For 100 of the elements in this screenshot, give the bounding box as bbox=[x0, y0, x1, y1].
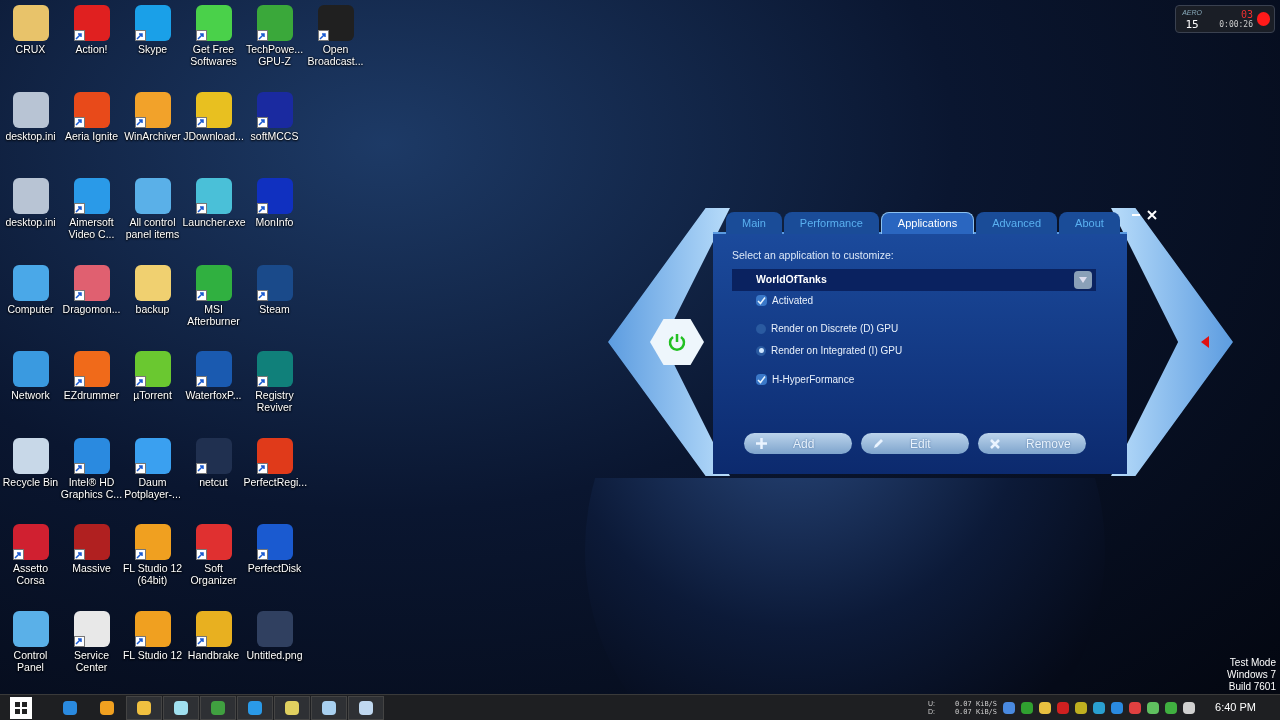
tray-icon[interactable] bbox=[1093, 701, 1106, 714]
icon-label[interactable]: Dragomon... bbox=[60, 302, 123, 315]
app-icon[interactable] bbox=[73, 5, 110, 41]
app-icon[interactable] bbox=[73, 91, 110, 128]
dropdown-caret-icon[interactable] bbox=[1074, 270, 1092, 289]
app-icon[interactable] bbox=[256, 351, 293, 387]
icon-label[interactable]: Aimersoft Video C... bbox=[60, 216, 123, 240]
app-icon[interactable] bbox=[73, 178, 110, 214]
icon-label[interactable]: Assetto Corsa bbox=[0, 562, 62, 586]
app-icon[interactable] bbox=[134, 351, 171, 387]
app-icon[interactable] bbox=[195, 437, 232, 474]
taskbar-app-button[interactable] bbox=[200, 695, 236, 720]
app-icon[interactable] bbox=[134, 437, 171, 474]
icon-label[interactable]: All control panel items bbox=[121, 216, 184, 240]
icon-label[interactable]: netcut bbox=[182, 475, 245, 488]
icon-label[interactable]: Intel® HD Graphics C... bbox=[60, 475, 123, 500]
app-icon[interactable] bbox=[12, 264, 49, 301]
icon-label[interactable]: desktop.ini bbox=[0, 216, 62, 228]
app-icon[interactable] bbox=[12, 91, 49, 128]
icon-label[interactable]: PerfectDisk bbox=[243, 562, 306, 574]
app-icon[interactable] bbox=[134, 91, 171, 128]
app-icon[interactable] bbox=[73, 351, 110, 387]
icon-label[interactable]: Get Free Softwares bbox=[182, 43, 245, 67]
app-icon[interactable] bbox=[256, 437, 293, 474]
icon-label[interactable]: µTorrent bbox=[121, 389, 184, 401]
icon-label[interactable]: Computer bbox=[0, 302, 62, 315]
icon-label[interactable]: Untitled.png bbox=[243, 648, 306, 661]
app-icon[interactable] bbox=[195, 5, 232, 41]
tray-icon[interactable] bbox=[1111, 701, 1124, 714]
icon-label[interactable]: CRUX bbox=[0, 43, 62, 55]
tab[interactable]: Advanced bbox=[976, 212, 1058, 234]
icon-label[interactable]: backup bbox=[121, 302, 184, 315]
icon-label[interactable]: TechPowe... GPU-Z bbox=[243, 43, 306, 67]
app-icon[interactable] bbox=[73, 264, 110, 301]
icon-label[interactable]: Network bbox=[0, 389, 62, 401]
app-icon[interactable] bbox=[12, 178, 49, 214]
icon-label[interactable]: Service Center bbox=[60, 648, 123, 673]
tab[interactable]: About bbox=[1059, 212, 1120, 234]
icon-label[interactable]: Control Panel bbox=[0, 648, 62, 673]
application-dropdown[interactable]: WorldOfTanks bbox=[732, 268, 1096, 291]
app-icon[interactable] bbox=[134, 610, 171, 647]
tray-icon[interactable] bbox=[1147, 701, 1160, 714]
app-icon[interactable] bbox=[134, 264, 171, 301]
icon-label[interactable]: Registry Reviver bbox=[243, 389, 306, 413]
icon-label[interactable]: MSI Afterburner bbox=[182, 302, 245, 327]
radio-button[interactable] bbox=[756, 345, 766, 356]
app-icon[interactable] bbox=[256, 178, 293, 214]
app-icon[interactable] bbox=[73, 437, 110, 474]
app-icon[interactable] bbox=[256, 524, 293, 560]
radio-button[interactable] bbox=[756, 323, 766, 334]
tab[interactable]: Main bbox=[726, 212, 782, 234]
icon-label[interactable]: Open Broadcast... bbox=[304, 43, 367, 67]
checkbox[interactable] bbox=[756, 374, 767, 386]
tab[interactable]: Applications bbox=[880, 212, 975, 234]
taskbar-app-button[interactable] bbox=[311, 695, 347, 720]
icon-label[interactable]: PerfectRegi... bbox=[243, 475, 306, 488]
app-icon[interactable] bbox=[73, 610, 110, 647]
icon-label[interactable]: WinArchiver bbox=[121, 129, 184, 142]
app-icon[interactable] bbox=[12, 524, 49, 560]
app-icon[interactable] bbox=[256, 91, 293, 128]
tray-icon[interactable] bbox=[1021, 701, 1034, 714]
app-icon[interactable] bbox=[195, 91, 232, 128]
icon-label[interactable]: Skype bbox=[121, 43, 184, 55]
app-icon[interactable] bbox=[256, 5, 293, 41]
app-icon[interactable] bbox=[195, 524, 232, 560]
icon-label[interactable]: desktop.ini bbox=[0, 129, 62, 142]
close-icon[interactable] bbox=[1147, 210, 1157, 220]
icon-label[interactable]: Daum Potplayer-... bbox=[121, 475, 184, 500]
app-icon[interactable] bbox=[256, 264, 293, 301]
taskbar-app-button[interactable] bbox=[274, 695, 310, 720]
clock[interactable]: 6:40 PM bbox=[1215, 699, 1256, 716]
app-icon[interactable] bbox=[12, 437, 49, 474]
app-icon[interactable] bbox=[317, 5, 354, 41]
icon-label[interactable]: Launcher.exe bbox=[182, 216, 245, 228]
app-icon[interactable] bbox=[134, 524, 171, 560]
app-icon[interactable] bbox=[134, 178, 171, 214]
taskbar-app-button[interactable] bbox=[348, 695, 384, 720]
icon-label[interactable]: softMCCS bbox=[243, 129, 306, 142]
app-icon[interactable] bbox=[195, 264, 232, 301]
icon-label[interactable]: Recycle Bin bbox=[0, 475, 62, 488]
taskbar-app-button[interactable] bbox=[126, 695, 162, 720]
tray-icon[interactable] bbox=[1003, 701, 1016, 714]
icon-label[interactable]: WaterfoxP... bbox=[182, 389, 245, 401]
app-icon[interactable] bbox=[195, 178, 232, 214]
tray-icon[interactable] bbox=[1183, 701, 1196, 714]
app-icon[interactable] bbox=[73, 524, 110, 560]
icon-label[interactable]: FL Studio 12 (64bit) bbox=[121, 562, 184, 586]
icon-label[interactable]: JDownload... bbox=[182, 129, 245, 142]
icon-label[interactable]: Aeria Ignite bbox=[60, 129, 123, 142]
icon-label[interactable]: Action! bbox=[60, 43, 123, 55]
app-icon[interactable] bbox=[12, 610, 49, 647]
icon-label[interactable]: Massive bbox=[60, 562, 123, 574]
app-icon[interactable] bbox=[12, 351, 49, 387]
tray-icon[interactable] bbox=[1039, 701, 1052, 714]
tray-icon[interactable] bbox=[1075, 701, 1088, 714]
start-button[interactable] bbox=[10, 696, 32, 719]
icon-label[interactable]: FL Studio 12 bbox=[121, 648, 184, 661]
tray-icon[interactable] bbox=[1165, 701, 1178, 714]
checkbox[interactable] bbox=[756, 295, 767, 307]
app-icon[interactable] bbox=[12, 5, 49, 41]
